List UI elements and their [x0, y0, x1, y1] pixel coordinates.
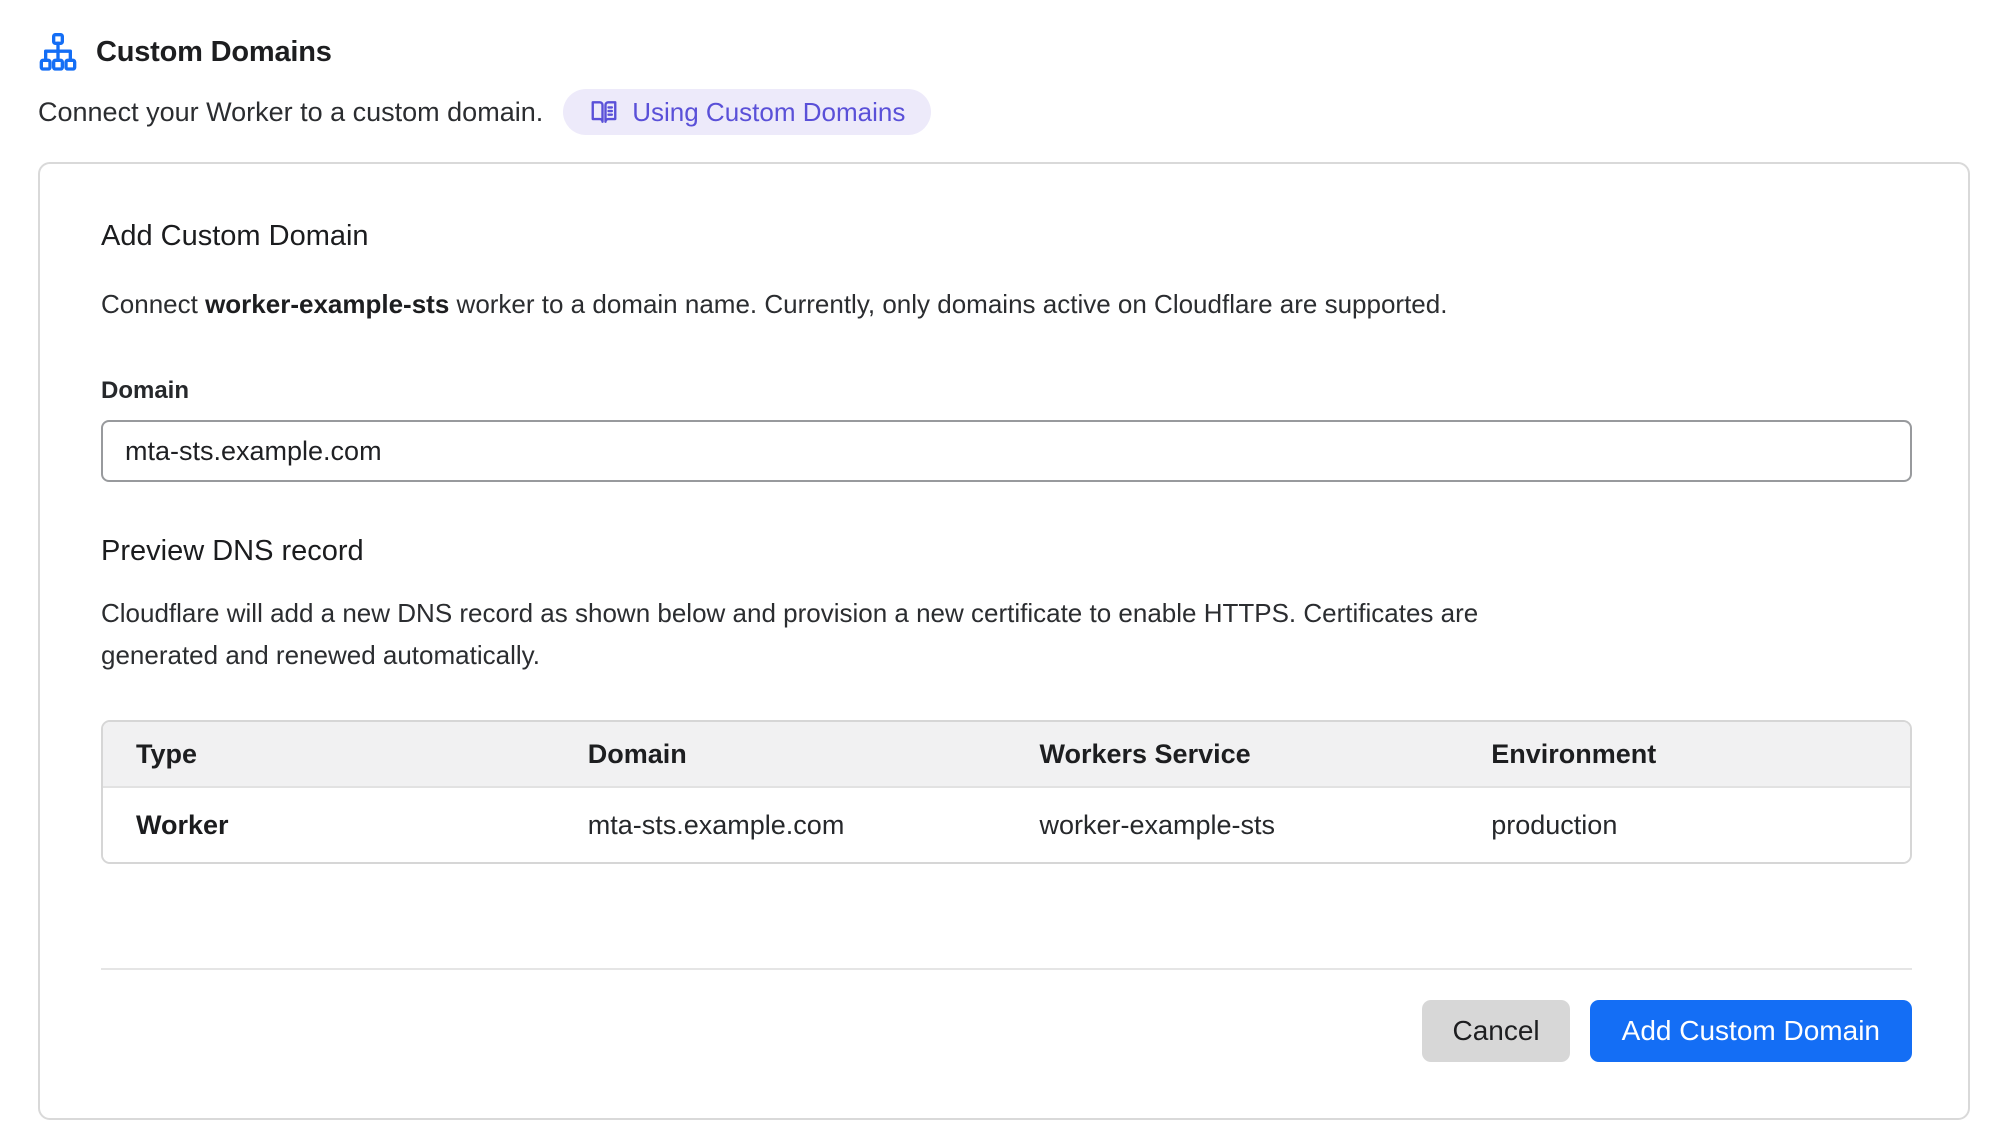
page-header: Custom Domains	[38, 30, 1961, 74]
column-header-domain: Domain	[555, 739, 1007, 770]
add-custom-domain-card: Add Custom Domain Connect worker-example…	[38, 162, 1970, 1120]
table-row: Worker mta-sts.example.com worker-exampl…	[103, 788, 1910, 862]
domain-field-label: Domain	[101, 376, 1908, 406]
column-header-workers-service: Workers Service	[1007, 739, 1459, 770]
page-subtitle: Connect your Worker to a custom domain.	[38, 97, 543, 128]
cell-workers-service: worker-example-sts	[1007, 810, 1459, 841]
card-intro: Connect worker-example-sts worker to a d…	[101, 284, 1908, 324]
book-open-icon	[589, 97, 619, 127]
column-header-type: Type	[103, 739, 555, 770]
cell-environment: production	[1458, 810, 1910, 841]
preview-dns-description: Cloudflare will add a new DNS record as …	[101, 592, 1571, 676]
page-subheader: Connect your Worker to a custom domain. …	[38, 88, 1961, 136]
domain-input[interactable]	[101, 420, 1912, 482]
footer-divider	[101, 968, 1912, 970]
add-custom-domain-button[interactable]: Add Custom Domain	[1590, 1000, 1912, 1062]
card-title: Add Custom Domain	[101, 218, 1908, 254]
cell-type: Worker	[103, 810, 555, 841]
table-header-row: Type Domain Workers Service Environment	[103, 722, 1910, 788]
page-title: Custom Domains	[96, 36, 332, 69]
worker-name: worker-example-sts	[205, 289, 449, 319]
cancel-button[interactable]: Cancel	[1422, 1000, 1569, 1062]
column-header-environment: Environment	[1458, 739, 1910, 770]
preview-dns-title: Preview DNS record	[101, 532, 1908, 570]
dns-preview-table: Type Domain Workers Service Environment …	[101, 720, 1912, 864]
docs-link-badge[interactable]: Using Custom Domains	[563, 89, 931, 135]
cell-domain: mta-sts.example.com	[555, 810, 1007, 841]
card-actions: Cancel Add Custom Domain	[101, 1000, 1912, 1062]
intro-prefix: Connect	[101, 289, 205, 319]
docs-link-label: Using Custom Domains	[632, 97, 905, 128]
intro-suffix: worker to a domain name. Currently, only…	[449, 289, 1447, 319]
sitemap-icon	[38, 32, 78, 72]
